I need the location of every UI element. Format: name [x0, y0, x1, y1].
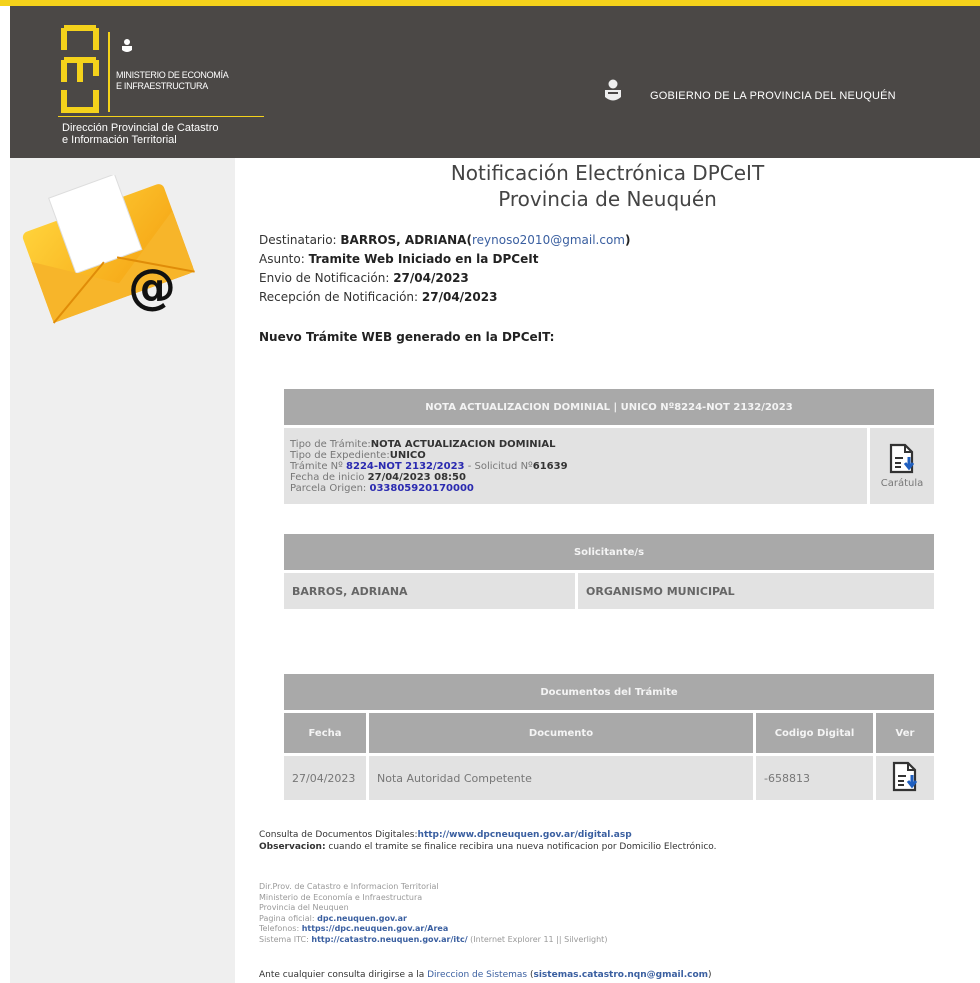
sistema-label: Sistema ITC: — [259, 934, 312, 944]
caratula-button[interactable]: Carátula — [870, 428, 934, 504]
sistema-note: (Internet Explorer 11 || Silverlight) — [467, 934, 608, 944]
solicitante-nombre: BARROS, ADRIANA — [284, 573, 575, 609]
envio-row: Envio de Notificación: 27/04/2023 — [259, 269, 630, 288]
sistemas-email-link[interactable]: sistemas.catastro.nqn@gmail.com — [533, 970, 708, 980]
page-title: Notificación Electrónica DPCeIT Provinci… — [235, 160, 980, 212]
recepcion-label: Recepción de Notificación: — [259, 290, 422, 304]
sistema-link[interactable]: http://catastro.neuquen.gov.ar/itc/ — [311, 935, 467, 944]
gobierno-title: GOBIERNO DE LA PROVINCIA DEL NEUQUÉN — [650, 90, 896, 102]
pagina-link[interactable]: dpc.neuquen.gov.ar — [317, 914, 407, 923]
ministerio-line1: MINISTERIO DE ECONOMÍA — [116, 70, 229, 80]
svg-text:@: @ — [128, 259, 176, 315]
footer-info: Dir.Prov. de Catastro e Informacion Terr… — [259, 882, 607, 945]
column-header-fecha: Fecha — [284, 713, 366, 753]
tipo-expediente-label: Tipo de Expediente: — [290, 449, 390, 461]
observacion-label: Observacion: — [259, 842, 326, 852]
recepcion-row: Recepción de Notificación: 27/04/2023 — [259, 288, 630, 307]
email-envelope-icon: @ — [22, 175, 195, 324]
tramite-header: NOTA ACTUALIZACION DOMINIAL | UNICO Nº82… — [284, 389, 934, 425]
tipo-expediente-value: UNICO — [389, 449, 426, 461]
telefonos-label: Telefonos: — [259, 924, 302, 933]
solicitud-label: - Solicitud Nº — [464, 460, 533, 472]
fecha-inicio-label: Fecha de inicio — [290, 471, 368, 483]
site-header: neu MINISTERIO DE ECONOMÍA E INFRAESTRUC… — [10, 6, 980, 158]
destinatario-label: Destinatario: — [259, 233, 341, 247]
tramite-no-label: Trámite Nº — [290, 460, 347, 472]
column-header-documento: Documento — [369, 713, 753, 753]
tipo-tramite-label: Tipo de Trámite: — [290, 438, 371, 450]
fecha-inicio-value: 27/04/2023 08:50 — [367, 471, 466, 483]
envio-value: 27/04/2023 — [393, 271, 469, 285]
provincial-emblem-icon — [122, 39, 132, 52]
neu-logo — [61, 25, 99, 113]
notification-meta: Destinatario: BARROS, ADRIANA(reynoso201… — [259, 231, 630, 307]
tramite-no-value: 8224-NOT 2132/2023 — [346, 460, 465, 472]
header-rule — [58, 116, 264, 117]
direccion-line2: e Información Territorial — [62, 134, 177, 146]
tramite-table: NOTA ACTUALIZACION DOMINIAL | UNICO Nº82… — [281, 386, 937, 507]
footer-line2: Ministerio de Economía e Infraestructura — [259, 892, 423, 902]
nuevo-tramite-heading: Nuevo Trámite WEB generado en la DPCeIT: — [259, 330, 555, 344]
doc-fecha: 27/04/2023 — [284, 756, 366, 800]
consulta-label: Consulta de Documentos Digitales: — [259, 830, 418, 840]
column-header-codigo: Codigo Digital — [756, 713, 873, 753]
envio-label: Envio de Notificación: — [259, 271, 394, 285]
direccion-line1: Dirección Provincial de Catastro — [62, 122, 219, 134]
solicitante-header: Solicitante/s — [284, 534, 934, 570]
parcela-label: Parcela Origen: — [290, 482, 370, 494]
doc-codigo: -658813 — [756, 756, 873, 800]
tramite-info: Tipo de Trámite:NOTA ACTUALIZACION DOMIN… — [284, 428, 867, 504]
telefonos-link[interactable]: https://dpc.neuquen.gov.ar/Area — [302, 924, 449, 933]
solicitante-organismo: ORGANISMO MUNICIPAL — [578, 573, 934, 609]
ministerio-line2: E INFRAESTRUCTURA — [116, 81, 208, 91]
pagina-label: Pagina oficial: — [259, 913, 318, 923]
asunto-value: Tramite Web Iniciado en la DPCeIt — [308, 252, 539, 266]
destinatario-email[interactable]: reynoso2010@gmail.com — [472, 233, 625, 247]
gobierno-emblem-icon — [605, 79, 621, 101]
footer-line3: Provincia del Neuquen — [259, 903, 349, 912]
asunto-row: Asunto: Tramite Web Iniciado en la DPCeI… — [259, 250, 630, 269]
title-line1: Notificación Electrónica DPCeIT — [450, 161, 765, 185]
doc-nombre: Nota Autoridad Competente — [369, 756, 753, 800]
footer-line1: Dir.Prov. de Catastro e Informacion Terr… — [259, 882, 439, 891]
observacion-text: cuando el tramite se finalice recibira u… — [325, 842, 717, 852]
ante-consulta: Ante cualquier consulta dirigirse a la D… — [259, 970, 712, 980]
documentos-header: Documentos del Trámite — [284, 674, 934, 710]
ministerio-text: MINISTERIO DE ECONOMÍA E INFRAESTRUCTURA — [116, 70, 229, 92]
direccion-sistemas-link[interactable]: Direccion de Sistemas — [427, 970, 527, 980]
column-header-ver: Ver — [876, 713, 934, 753]
destinatario-value: BARROS, ADRIANA — [340, 233, 467, 247]
ante-text: Ante cualquier consulta dirigirse a la — [259, 970, 428, 980]
consulta-section: Consulta de Documentos Digitales:http://… — [259, 829, 717, 853]
tipo-tramite-value: NOTA ACTUALIZACION DOMINIAL — [370, 438, 556, 450]
table-row: 27/04/2023 Nota Autoridad Competente -65… — [284, 756, 934, 800]
ver-button[interactable] — [876, 756, 934, 800]
caratula-label: Carátula — [880, 478, 924, 489]
document-download-icon — [889, 443, 915, 474]
consulta-link[interactable]: http://www.dpcneuquen.gov.ar/digital.asp — [418, 830, 632, 840]
solicitud-value: 61639 — [532, 460, 568, 472]
destinatario-row: Destinatario: BARROS, ADRIANA(reynoso201… — [259, 233, 631, 247]
document-download-icon — [892, 761, 918, 791]
asunto-label: Asunto: — [259, 252, 309, 266]
parcela-value[interactable]: 033805920170000 — [369, 483, 473, 494]
recepcion-value: 27/04/2023 — [421, 290, 498, 304]
logo-divider — [108, 32, 110, 112]
solicitante-table: Solicitante/s BARROS, ADRIANA ORGANISMO … — [281, 531, 937, 612]
documentos-table: Documentos del Trámite Fecha Documento C… — [281, 671, 937, 803]
title-line2: Provincia de Neuquén — [498, 187, 717, 211]
direccion-text: Dirección Provincial de Catastro e Infor… — [62, 122, 219, 146]
